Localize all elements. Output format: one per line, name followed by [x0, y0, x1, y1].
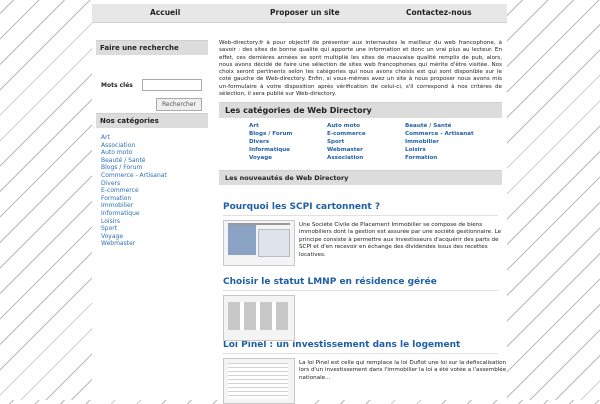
sidebar: Faire une recherche Mots clés Rechercher… — [96, 40, 208, 248]
article-item — [223, 295, 502, 341]
page-container: Accueil Proposer un site Contactez-nous … — [92, 0, 507, 404]
category-grid-link[interactable]: Informatique — [249, 146, 327, 154]
thumbnail-building — [258, 229, 290, 257]
category-grid-link[interactable]: Association — [327, 154, 405, 162]
category-grid-link[interactable]: E-commerce — [327, 130, 405, 138]
category-grid-link[interactable]: Auto moto — [327, 122, 405, 130]
category-link[interactable]: Voyage — [101, 233, 208, 241]
article-thumbnail[interactable] — [223, 220, 295, 266]
article-title[interactable]: Pourquoi les SCPI cartonnent ? — [223, 202, 502, 212]
article-title[interactable]: Loi Pinel : un investissement dans le lo… — [223, 340, 502, 350]
search-input[interactable] — [142, 79, 202, 91]
divider — [223, 215, 498, 216]
search-button[interactable]: Rechercher — [156, 98, 202, 111]
category-grid-link[interactable]: Art — [249, 122, 327, 130]
category-link[interactable]: Immobilier — [101, 202, 208, 210]
search-box: Mots clés Rechercher — [96, 55, 208, 113]
category-link[interactable]: Commerce - Artisanat — [101, 172, 208, 180]
category-link[interactable]: Sport — [101, 225, 208, 233]
category-grid-link[interactable]: Webmaster — [327, 146, 405, 154]
category-link[interactable]: Auto moto — [101, 149, 208, 157]
category-link[interactable]: Webmaster — [101, 240, 208, 248]
top-navigation: Accueil Proposer un site Contactez-nous — [92, 4, 507, 23]
categories-grid: Art Auto moto Beauté / Santé Blogs / For… — [219, 118, 502, 170]
category-link[interactable]: E-commerce — [101, 187, 208, 195]
nav-home-link[interactable]: Accueil — [150, 8, 180, 17]
thumbnail-document — [228, 363, 288, 399]
search-label: Mots clés — [101, 82, 133, 89]
category-link[interactable]: Art — [101, 134, 208, 142]
category-link[interactable]: Beauté / Santé — [101, 157, 208, 165]
category-link[interactable]: Divers — [101, 180, 208, 188]
divider — [223, 290, 498, 291]
article-excerpt: Une Société Civile de Placement Immobili… — [299, 222, 502, 258]
categories-section-heading: Les catégories de Web Directory — [219, 102, 502, 118]
category-link[interactable]: Association — [101, 142, 208, 150]
article-excerpt: La loi Pinel est celle qui remplace la l… — [299, 360, 507, 381]
article-item: La loi Pinel est celle qui remplace la l… — [223, 358, 506, 404]
category-grid-link[interactable]: Divers — [249, 138, 327, 146]
thumbnail-photo — [228, 302, 288, 330]
category-link[interactable]: Blogs / Forum — [101, 164, 208, 172]
category-link[interactable]: Formation — [101, 195, 208, 203]
article-excerpt — [299, 297, 509, 337]
nav-propose-site-link[interactable]: Proposer un site — [270, 8, 340, 17]
category-grid-link[interactable]: Loisirs — [405, 146, 485, 154]
news-section-heading: Les nouveautés de Web Directory — [219, 170, 502, 185]
category-grid-link[interactable]: Voyage — [249, 154, 327, 162]
main-content: Web-directory.fr à pour objectif de prés… — [219, 40, 506, 404]
category-grid-link[interactable]: Sport — [327, 138, 405, 146]
category-grid-link[interactable]: Immobilier — [405, 138, 485, 146]
search-box-heading: Faire une recherche — [96, 40, 208, 55]
category-grid-link[interactable]: Formation — [405, 154, 485, 162]
divider — [223, 353, 498, 354]
intro-paragraph: Web-directory.fr à pour objectif de prés… — [219, 40, 502, 98]
category-grid-link[interactable]: Beauté / Santé — [405, 122, 485, 130]
category-grid-link[interactable]: Commerce - Artisanat — [405, 130, 485, 138]
thumbnail-photo — [228, 225, 256, 255]
category-link[interactable]: Loisirs — [101, 218, 208, 226]
category-link[interactable]: Informatique — [101, 210, 208, 218]
categories-box-heading: Nos catégories — [96, 113, 208, 128]
article-title[interactable]: Choisir le statut LMNP en résidence géré… — [223, 277, 502, 287]
category-list: Art Association Auto moto Beauté / Santé… — [96, 128, 208, 248]
article-thumbnail[interactable] — [223, 295, 295, 341]
article-thumbnail[interactable] — [223, 358, 295, 404]
category-grid-link[interactable]: Blogs / Forum — [249, 130, 327, 138]
nav-contact-link[interactable]: Contactez-nous — [406, 8, 472, 17]
article-item: Une Société Civile de Placement Immobili… — [223, 220, 502, 266]
